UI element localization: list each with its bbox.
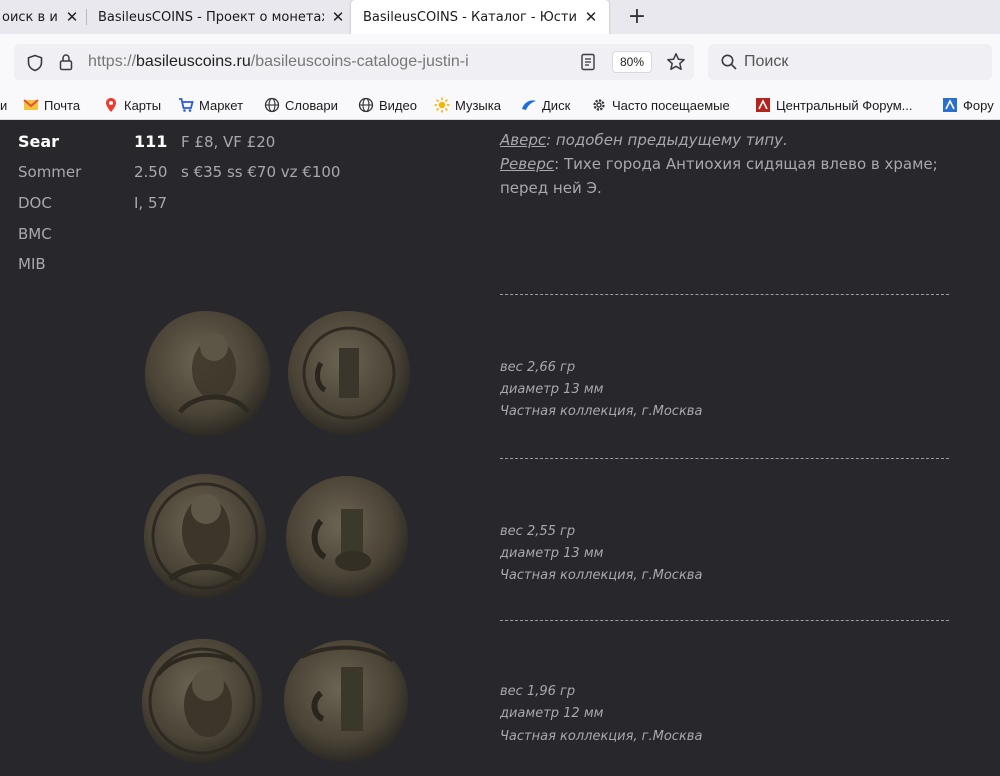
gear-icon xyxy=(593,99,605,111)
tab-separator xyxy=(86,9,87,25)
tab-basileus-project[interactable]: BasileusCOINS - Проект о монетах ✕ xyxy=(96,0,346,34)
tab-basileus-catalog[interactable]: BasileusCOINS - Каталог - Юстин I ✕ xyxy=(351,0,609,34)
close-icon[interactable]: ✕ xyxy=(64,9,80,25)
obverse-line: Аверс: подобен предыдущему типу. xyxy=(500,128,990,152)
obverse-label: Аверс xyxy=(500,131,547,149)
specimen-diameter: диаметр 13 мм xyxy=(500,546,604,561)
url-text[interactable]: https://basileuscoins.ru/basileuscoins-c… xyxy=(88,53,469,71)
navigation-bar: https://basileuscoins.ru/basileuscoins-c… xyxy=(0,34,1000,90)
coin-photo-reverse-1 xyxy=(288,311,411,435)
coin-photo-reverse-2 xyxy=(286,476,408,598)
search-input[interactable]: Поиск xyxy=(744,53,788,71)
globe-icon xyxy=(264,97,280,113)
specimen-collection: Частная коллекция, г.Москва xyxy=(500,729,703,744)
bookmark-label: Карты xyxy=(124,97,162,113)
ref-price-sommer: s €35 ss €70 vz €100 xyxy=(181,163,341,181)
reverse-text: : Тихе города Антиохия сидящая влево в х… xyxy=(500,155,938,197)
shield-icon[interactable] xyxy=(26,54,44,72)
url-host: basileuscoins.ru xyxy=(136,53,251,70)
bookmark-label: Центральный Форум... xyxy=(776,97,913,113)
specimen-weight: вес 1,96 гр xyxy=(500,684,576,699)
bookmark-label: Диск xyxy=(542,97,571,113)
bookmark-market[interactable]: Маркет xyxy=(178,90,243,120)
dashed-divider xyxy=(500,294,949,295)
bookmark-truncated[interactable]: и xyxy=(0,90,7,120)
bookmark-maps[interactable]: Карты xyxy=(103,90,161,120)
reverse-label: Реверс xyxy=(500,155,555,173)
url-path: /basileuscoins-cataloge-justin-i xyxy=(250,53,469,70)
close-icon[interactable]: ✕ xyxy=(330,9,346,25)
ref-number-sear: 111 xyxy=(134,132,168,151)
ref-name-mib: MIB xyxy=(18,255,46,273)
new-tab-button[interactable]: + xyxy=(624,4,650,30)
bookmark-forum[interactable]: Центральный Форум... xyxy=(755,90,913,120)
forum-icon xyxy=(756,98,770,112)
bookmark-label: Маркет xyxy=(199,97,244,113)
ref-price-sear: F £8, VF £20 xyxy=(181,133,276,151)
disk-icon xyxy=(522,100,536,110)
specimen-diameter: диаметр 13 мм xyxy=(500,382,604,397)
ref-name-sear: Sear xyxy=(18,132,60,151)
bookmark-label: Видео xyxy=(379,97,417,113)
specimen-collection: Частная коллекция, г.Москва xyxy=(500,568,703,583)
lock-icon[interactable] xyxy=(58,53,74,71)
url-bar[interactable]: https://basileuscoins.ru/basileuscoins-c… xyxy=(14,44,694,80)
ref-number-doc: I, 57 xyxy=(134,194,168,212)
bookmark-frequent[interactable]: Часто посещаемые xyxy=(591,90,730,120)
tab-title: оиск в ин xyxy=(2,9,58,25)
bookmark-forum-2[interactable]: Фору xyxy=(942,90,994,120)
zoom-level-button[interactable]: 80% xyxy=(612,51,652,73)
coin-description: Аверс: подобен предыдущему типу. Реверс:… xyxy=(500,128,990,200)
bookmark-label: Часто посещаемые xyxy=(612,97,730,113)
bookmarks-toolbar: и Почта Карты Маркет Словари Видео Музык… xyxy=(0,90,1000,120)
tab-title: BasileusCOINS - Проект о монетах xyxy=(98,9,324,25)
map-pin-icon xyxy=(106,98,116,112)
search-icon xyxy=(721,54,737,70)
specimen-collection: Частная коллекция, г.Москва xyxy=(500,404,703,419)
bookmark-dictionaries[interactable]: Словари xyxy=(264,90,338,120)
reader-view-icon[interactable] xyxy=(580,53,596,71)
specimen-diameter: диаметр 12 мм xyxy=(500,706,604,721)
ref-name-doc: DOC xyxy=(18,194,52,212)
tab-strip: оиск в ин ✕ BasileusCOINS - Проект о мон… xyxy=(0,0,1000,34)
search-bar[interactable]: Поиск xyxy=(708,44,992,80)
sun-icon xyxy=(434,97,450,113)
ref-number-sommer: 2.50 xyxy=(134,163,168,181)
bookmark-star-icon[interactable] xyxy=(666,52,686,72)
tab-title: BasileusCOINS - Каталог - Юстин I xyxy=(363,9,577,25)
forum-icon xyxy=(943,98,957,112)
reverse-line: Реверс: Тихе города Антиохия сидящая вле… xyxy=(500,152,990,200)
cart-icon xyxy=(179,98,194,112)
bookmark-mail[interactable]: Почта xyxy=(23,90,80,120)
coin-photo-obverse-1 xyxy=(144,310,271,437)
bookmark-label: Почта xyxy=(44,97,81,113)
bookmark-video[interactable]: Видео xyxy=(358,90,417,120)
ref-name-sommer: Sommer xyxy=(18,163,82,181)
mail-icon xyxy=(23,99,39,110)
coin-photo-obverse-2 xyxy=(144,474,266,598)
url-prefix: https:// xyxy=(88,53,137,70)
obverse-text: : подобен предыдущему типу. xyxy=(546,131,788,149)
bookmark-label: Музыка xyxy=(455,97,501,113)
specimen-weight: вес 2,66 гр xyxy=(500,360,576,375)
globe-icon xyxy=(358,97,374,113)
bookmark-music[interactable]: Музыка xyxy=(434,90,501,120)
dashed-divider xyxy=(500,620,949,621)
coin-photo-obverse-3 xyxy=(141,638,262,763)
page-content: Sear 111 F £8, VF £20 Sommer 2.50 s €35 … xyxy=(0,121,1000,776)
bookmark-label: Фору xyxy=(963,97,994,113)
close-icon[interactable]: ✕ xyxy=(583,9,599,25)
specimen-weight: вес 2,55 гр xyxy=(500,524,576,539)
bookmark-label: Словари xyxy=(285,97,338,113)
coin-photo-reverse-3 xyxy=(284,640,408,762)
ref-name-bmc: BMC xyxy=(18,225,52,243)
bookmark-disk[interactable]: Диск xyxy=(521,90,570,120)
bookmark-label: и xyxy=(0,97,8,113)
dashed-divider xyxy=(500,458,949,459)
tab-search[interactable]: оиск в ин ✕ xyxy=(0,0,80,34)
